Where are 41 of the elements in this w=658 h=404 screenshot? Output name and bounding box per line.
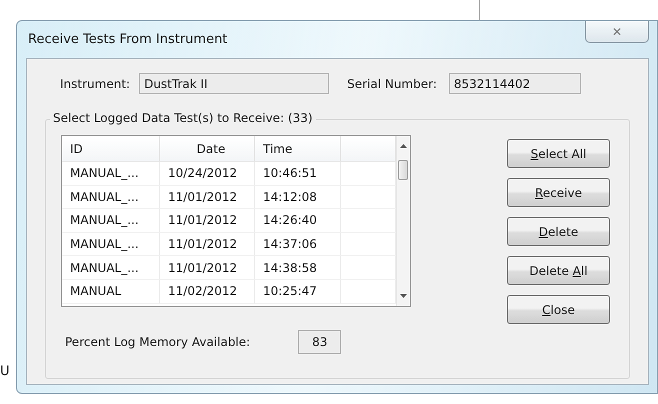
- table-cell: 10/24/2012: [160, 162, 255, 186]
- table-cell: 11/01/2012: [160, 256, 255, 280]
- table-cell: 14:26:40: [255, 209, 341, 233]
- group-legend: Select Logged Data Test(s) to Receive: (33): [50, 111, 316, 125]
- table-cell: 11/01/2012: [160, 232, 255, 256]
- dialog-button[interactable]: Receive: [507, 178, 610, 207]
- table-cell: MANUAL_...: [62, 186, 160, 210]
- scroll-down-icon[interactable]: [400, 294, 407, 298]
- table-cell: 10:46:51: [255, 162, 341, 186]
- table-cell: MANUAL_...: [62, 162, 160, 186]
- close-button[interactable]: ✕: [585, 21, 649, 43]
- table-cell: 11/01/2012: [160, 209, 255, 233]
- table-cell: 14:38:58: [255, 256, 341, 280]
- serial-field: 8532114402: [448, 73, 581, 94]
- dialog-button[interactable]: Select All: [507, 139, 610, 168]
- column-header[interactable]: ID: [62, 136, 160, 162]
- table-cell: MANUAL_...: [62, 232, 160, 256]
- column-header[interactable]: Date: [160, 136, 255, 162]
- scroll-up-icon[interactable]: [400, 144, 407, 148]
- background-text: U: [0, 364, 10, 379]
- dialog-button[interactable]: Close: [507, 295, 610, 324]
- dialog-button[interactable]: Delete All: [507, 256, 610, 285]
- table-cell: 14:37:06: [255, 232, 341, 256]
- scrollbar[interactable]: [396, 136, 410, 306]
- tests-list[interactable]: ID Date Time MANUAL_... 10/24/2012 10:46:51 MANUAL_... 11/01/2012 14:12:08 MANUAL_... 11/01/2012 14:26:40 MANUAL_... 11/01/2012 14:37:06 MANUAL_... 11/01/2012 14:38:58 MANUAL 11/02/2012 10:25:47: [61, 135, 411, 307]
- column-header[interactable]: Time: [255, 136, 341, 162]
- scroll-thumb[interactable]: [398, 160, 408, 180]
- memory-label: Percent Log Memory Available:: [65, 335, 250, 349]
- instrument-label: Instrument:: [60, 76, 130, 90]
- table-cell: MANUAL_...: [62, 256, 160, 280]
- table-cell: 14:12:08: [255, 186, 341, 210]
- serial-label: Serial Number:: [347, 76, 437, 90]
- instrument-field: DustTrak II: [139, 73, 330, 94]
- window-title: Receive Tests From Instrument: [27, 32, 228, 47]
- table-cell: 10:25:47: [255, 280, 341, 304]
- table-cell: 11/02/2012: [160, 280, 255, 304]
- dialog-button[interactable]: Delete: [507, 217, 610, 246]
- memory-field: 83: [298, 330, 342, 354]
- table-cell: MANUAL_...: [62, 209, 160, 233]
- table-cell: MANUAL: [62, 280, 160, 304]
- table-cell: 11/01/2012: [160, 186, 255, 210]
